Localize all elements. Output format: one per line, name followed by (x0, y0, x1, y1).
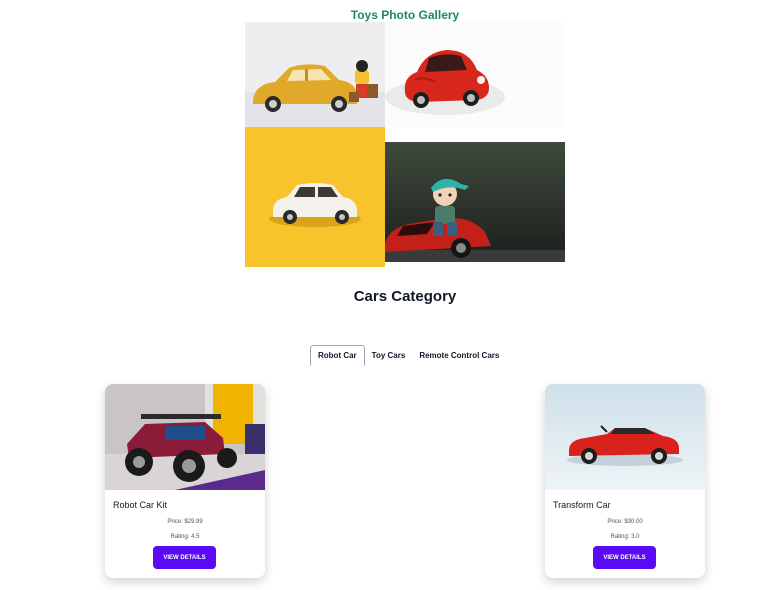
gallery-image-white-car (245, 127, 385, 267)
gallery-image-figure-red-car (385, 142, 565, 262)
product-price: Price: $30.00 (607, 519, 643, 525)
tab-remote-control-cars[interactable]: Remote Control Cars (412, 346, 506, 365)
tab-toy-cars[interactable]: Toy Cars (365, 346, 413, 365)
product-card: Transform Car Price: $30.00 Rating: 3.0 … (545, 384, 705, 578)
view-details-button[interactable]: VIEW DETAILS (153, 546, 216, 569)
product-rating: Rating: 3.0 (610, 534, 640, 540)
product-card: Robot Car Kit Price: $29.99 Rating: 4.5 … (105, 384, 265, 578)
tab-robot-car[interactable]: Robot Car (310, 345, 365, 366)
product-title: Robot Car Kit (113, 500, 168, 510)
product-rating: Rating: 4.5 (170, 534, 200, 540)
view-details-button[interactable]: VIEW DETAILS (593, 546, 656, 569)
category-title: Cars Category (353, 288, 457, 305)
product-image-transform-car (545, 384, 705, 490)
gallery-title: Toys Photo Gallery (350, 8, 460, 22)
gallery-image-red-beetle (385, 22, 565, 127)
category-tabs: Robot Car Toy Cars Remote Control Cars (310, 345, 506, 366)
product-price: Price: $29.99 (167, 519, 203, 525)
product-title: Transform Car (553, 500, 611, 510)
product-image-robot-car-kit (105, 384, 265, 490)
gallery-image-yellow-car (245, 22, 385, 127)
